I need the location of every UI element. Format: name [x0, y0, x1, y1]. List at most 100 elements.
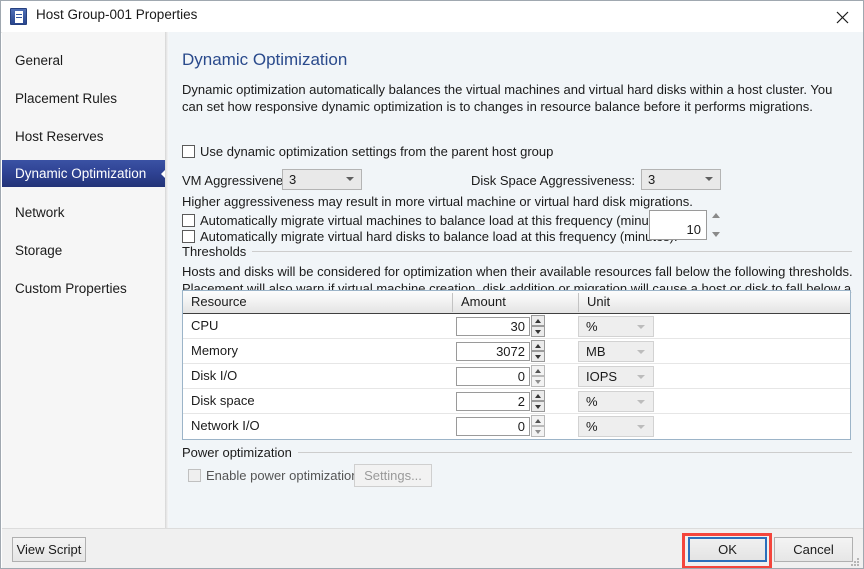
amount-input[interactable]: 0 [456, 367, 530, 386]
stepper-down-icon[interactable] [531, 326, 545, 337]
stepper-down-icon[interactable] [531, 426, 545, 437]
sidebar-item-label: General [15, 53, 64, 68]
sidebar-item-label: Host Reserves [15, 129, 104, 144]
amount-input[interactable]: 2 [456, 392, 530, 411]
column-header-resource[interactable]: Resource [183, 291, 453, 313]
sidebar-item-custom-properties[interactable]: Custom Properties [2, 275, 165, 302]
amount-input[interactable]: 3072 [456, 342, 530, 361]
unit-value: % [586, 419, 598, 434]
table-row[interactable]: CPU 30 % [183, 314, 850, 339]
unit-select[interactable]: % [578, 391, 654, 412]
table-row[interactable]: Memory 3072 MB [183, 339, 850, 364]
amount-value: 2 [517, 394, 525, 409]
amount-input[interactable]: 0 [456, 417, 530, 436]
table-row[interactable]: Disk space 2 % [183, 389, 850, 414]
amount-value: 0 [517, 419, 525, 434]
frequency-minutes-value: 10 [686, 222, 701, 237]
stepper-down-icon[interactable] [531, 351, 545, 362]
enable-power-optimization-checkbox[interactable]: Enable power optimization [188, 468, 358, 483]
chevron-down-icon [637, 425, 645, 429]
auto-migrate-disks-checkbox[interactable]: Automatically migrate virtual hard disks… [182, 229, 678, 244]
thresholds-group-label: Thresholds [182, 244, 253, 259]
table-row[interactable]: Network I/O 0 % [183, 414, 850, 439]
enable-power-optimization-label: Enable power optimization [206, 468, 359, 483]
cell-resource: CPU [191, 318, 219, 333]
footer-bar: View Script OK Cancel [2, 528, 863, 568]
amount-input[interactable]: 30 [456, 317, 530, 336]
vm-aggressiveness-select[interactable]: 3 [282, 169, 362, 190]
unit-select[interactable]: % [578, 416, 654, 437]
checkbox-box-icon [182, 214, 195, 227]
sidebar-item-placement-rules[interactable]: Placement Rules [2, 85, 165, 112]
thresholds-group-divider [248, 251, 852, 252]
table-header-row: Resource Amount Unit [183, 291, 850, 314]
chevron-down-icon [637, 350, 645, 354]
disk-space-aggressiveness-select[interactable]: 3 [641, 169, 721, 190]
frequency-minutes-input[interactable]: 10 [649, 210, 707, 240]
unit-value: % [586, 394, 598, 409]
power-optimization-group-divider [287, 452, 852, 453]
power-optimization-group-label: Power optimization [182, 445, 298, 460]
aggressiveness-note: Higher aggressiveness may result in more… [182, 194, 693, 209]
column-header-amount[interactable]: Amount [453, 291, 579, 313]
chevron-down-icon [705, 177, 713, 181]
cell-resource: Network I/O [191, 418, 260, 433]
resize-grip[interactable] [849, 556, 861, 568]
disk-space-aggressiveness-label: Disk Space Aggressiveness: [471, 173, 636, 188]
amount-value: 3072 [496, 344, 525, 359]
sidebar-item-dynamic-optimization[interactable]: Dynamic Optimization [2, 160, 169, 187]
stepper-down-icon[interactable] [712, 232, 720, 237]
power-settings-button[interactable]: Settings... [354, 464, 432, 487]
auto-migrate-disks-label: Automatically migrate virtual hard disks… [200, 229, 678, 244]
amount-stepper[interactable] [531, 415, 545, 438]
properties-icon [10, 8, 27, 25]
stepper-up-icon[interactable] [531, 340, 545, 351]
column-header-unit[interactable]: Unit [579, 291, 850, 313]
sidebar-item-host-reserves[interactable]: Host Reserves [2, 123, 165, 150]
close-icon[interactable] [820, 1, 863, 31]
sidebar-item-label: Network [15, 205, 65, 220]
amount-value: 0 [517, 369, 525, 384]
title-bar: Host Group-001 Properties [1, 1, 863, 33]
amount-stepper[interactable] [531, 365, 545, 388]
unit-value: IOPS [586, 369, 618, 384]
stepper-up-icon[interactable] [531, 390, 545, 401]
frequency-minutes-stepper[interactable] [710, 210, 723, 240]
checkbox-box-icon [188, 469, 201, 482]
sidebar-item-label: Custom Properties [15, 281, 127, 296]
table-row[interactable]: Disk I/O 0 IOPS [183, 364, 850, 389]
amount-value: 30 [510, 319, 525, 334]
thresholds-table: Resource Amount Unit CPU 30 % Memory 307… [182, 290, 851, 440]
ok-button[interactable]: OK [688, 537, 767, 562]
sidebar-item-general[interactable]: General [2, 47, 165, 74]
cancel-button[interactable]: Cancel [774, 537, 853, 562]
amount-stepper[interactable] [531, 390, 545, 413]
unit-value: MB [586, 344, 606, 359]
stepper-down-icon[interactable] [531, 376, 545, 387]
properties-dialog: Host Group-001 Properties General Placem… [0, 0, 864, 569]
checkbox-box-icon [182, 230, 195, 243]
stepper-down-icon[interactable] [531, 401, 545, 412]
amount-stepper[interactable] [531, 340, 545, 363]
view-script-button[interactable]: View Script [12, 537, 86, 562]
sidebar-item-storage[interactable]: Storage [2, 237, 165, 264]
use-parent-settings-checkbox[interactable]: Use dynamic optimization settings from t… [182, 144, 553, 159]
page-title: Dynamic Optimization [182, 50, 348, 69]
cell-resource: Disk I/O [191, 368, 238, 383]
cell-resource: Memory [191, 343, 238, 358]
cell-resource: Disk space [191, 393, 255, 408]
auto-migrate-vms-checkbox[interactable]: Automatically migrate virtual machines t… [182, 213, 674, 228]
stepper-up-icon[interactable] [712, 213, 720, 218]
unit-select[interactable]: MB [578, 341, 654, 362]
sidebar-item-label: Dynamic Optimization [15, 166, 147, 181]
unit-select[interactable]: IOPS [578, 366, 654, 387]
stepper-up-icon[interactable] [531, 315, 545, 326]
unit-select[interactable]: % [578, 316, 654, 337]
stepper-up-icon[interactable] [531, 365, 545, 376]
chevron-down-icon [637, 375, 645, 379]
amount-stepper[interactable] [531, 315, 545, 338]
window-title: Host Group-001 Properties [36, 7, 198, 22]
stepper-up-icon[interactable] [531, 415, 545, 426]
sidebar-item-network[interactable]: Network [2, 199, 165, 226]
intro-text: Dynamic optimization automatically balan… [182, 82, 833, 114]
